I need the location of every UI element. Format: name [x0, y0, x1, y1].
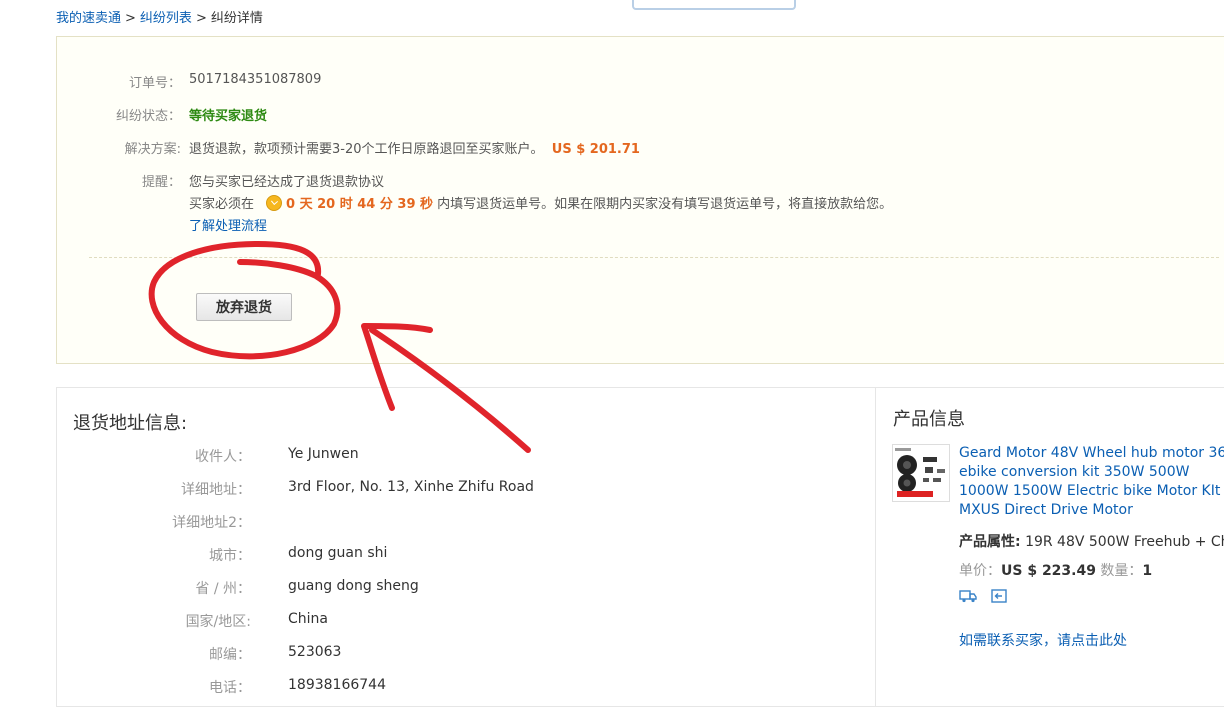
- recipient-label: 收件人：: [195, 449, 251, 465]
- province-value: guang dong sheng: [288, 578, 419, 594]
- order-number-row: 订单号： 5017184351087809: [57, 72, 1157, 91]
- return-address-panel: 退货地址信息: 收件人： Ye Junwen 详细地址： 3rd Floor, …: [56, 387, 876, 707]
- dispute-status-label: 纠纷状态：: [115, 109, 181, 124]
- top-floating-tab[interactable]: [632, 0, 796, 10]
- postcode-label: 邮编：: [209, 647, 251, 663]
- contact-buyer-row: 如需联系买家，请点击此处: [959, 630, 1127, 650]
- reminder-suffix: 内填写退货运单号。如果在限期内买家没有填写退货运单号，将直接放款给您。: [437, 197, 893, 212]
- product-image: [893, 445, 949, 501]
- quantity-value: 1: [1142, 563, 1153, 579]
- breadcrumb-separator: >: [125, 11, 136, 26]
- country-value: China: [288, 611, 328, 627]
- dispute-status-row: 纠纷状态： 等待买家退货: [57, 105, 1157, 124]
- refund-icon[interactable]: [991, 589, 1008, 603]
- address-row-street: 详细地址： 3rd Floor, No. 13, Xinhe Zhifu Roa…: [57, 479, 857, 499]
- solution-row: 解决方案: 退货退款，款项预计需要3-20个工作日原路退回至买家账户。 US $…: [57, 138, 1157, 157]
- address-row-city: 城市： dong guan shi: [57, 545, 857, 565]
- service-icons-row: [959, 588, 1008, 604]
- learn-process-row: 了解处理流程: [189, 215, 267, 234]
- reminder-label: 提醒：: [141, 175, 181, 190]
- refund-amount: US $ 201.71: [551, 142, 640, 157]
- clock-icon: [266, 195, 283, 211]
- reminder-prefix: 买家必须在: [189, 197, 255, 212]
- quantity-label: 数量：: [1100, 563, 1143, 579]
- countdown-timer: 0 天 20 时 44 分 39 秒: [286, 197, 434, 212]
- phone-value: 18938166744: [288, 677, 386, 693]
- product-thumbnail[interactable]: [892, 444, 950, 502]
- attributes-label: 产品属性:: [959, 534, 1021, 550]
- reminder-deadline-line: 买家必须在 0 天 20 时 44 分 39 秒 内填写退货运单号。如果在限期内买…: [189, 193, 892, 212]
- product-attributes: 产品属性: 19R 48V 500W Freehub + China: [959, 531, 1224, 551]
- address-row-postcode: 邮编： 523063: [57, 644, 857, 664]
- city-value: dong guan shi: [288, 545, 388, 561]
- recipient-value: Ye Junwen: [288, 446, 359, 462]
- street2-label: 详细地址2：: [172, 515, 251, 531]
- reminder-row: 提醒： 您与买家已经达成了退货退款协议: [57, 171, 1157, 190]
- attributes-value: 19R 48V 500W Freehub + China: [1025, 534, 1224, 550]
- address-section-title: 退货地址信息:: [73, 413, 188, 434]
- dispute-detail-panel: 订单号： 5017184351087809 纠纷状态： 等待买家退货 解决方案:…: [56, 36, 1224, 364]
- order-number-value: 5017184351087809: [189, 72, 322, 87]
- reminder-line1: 您与买家已经达成了退货退款协议: [189, 175, 385, 190]
- solution-text: 退货退款，款项预计需要3-20个工作日原路退回至买家账户。: [189, 142, 544, 157]
- product-price-row: 单价：US $ 223.49 数量：1: [959, 560, 1152, 580]
- street-label: 详细地址：: [181, 482, 251, 498]
- abandon-return-button[interactable]: 放弃退货: [196, 293, 292, 321]
- contact-buyer-link[interactable]: 如需联系买家，请点击此处: [959, 633, 1127, 649]
- country-label: 国家/地区:: [185, 614, 251, 630]
- breadcrumb-separator: >: [195, 11, 207, 26]
- unit-price-label: 单价：: [959, 563, 1001, 579]
- address-row-street2: 详细地址2：: [57, 512, 857, 532]
- province-label: 省 / 州：: [195, 581, 251, 597]
- street-value: 3rd Floor, No. 13, Xinhe Zhifu Road: [288, 479, 534, 495]
- phone-label: 电话：: [209, 680, 251, 696]
- shipping-icon[interactable]: [959, 589, 977, 603]
- address-row-province: 省 / 州： guang dong sheng: [57, 578, 857, 598]
- product-title-link[interactable]: Geard Motor 48V Wheel hub motor 36V ebik…: [959, 444, 1224, 520]
- breadcrumb: 我的速卖通 > 纠纷列表 > 纠纷详情: [56, 7, 263, 26]
- breadcrumb-current: 纠纷详情: [210, 11, 263, 26]
- address-row-country: 国家/地区: China: [57, 611, 857, 631]
- address-row-recipient: 收件人： Ye Junwen: [57, 446, 857, 466]
- learn-process-link[interactable]: 了解处理流程: [189, 219, 267, 234]
- solution-label: 解决方案:: [124, 142, 181, 157]
- order-number-label: 订单号：: [128, 76, 181, 91]
- postcode-value: 523063: [288, 644, 342, 660]
- solution-value: 退货退款，款项预计需要3-20个工作日原路退回至买家账户。 US $ 201.7…: [189, 138, 640, 157]
- section-divider: [89, 257, 1219, 259]
- address-row-phone: 电话： 18938166744: [57, 677, 857, 697]
- breadcrumb-my-store[interactable]: 我的速卖通: [56, 11, 121, 26]
- breadcrumb-dispute-list[interactable]: 纠纷列表: [140, 11, 192, 26]
- unit-price-value: US $ 223.49: [1001, 563, 1096, 579]
- product-info-panel: 产品信息 Geard Motor 48V Wheel hub motor 36V…: [876, 387, 1224, 707]
- product-section-title: 产品信息: [893, 409, 965, 430]
- dispute-status-value: 等待买家退货: [189, 109, 268, 124]
- city-label: 城市：: [209, 548, 251, 564]
